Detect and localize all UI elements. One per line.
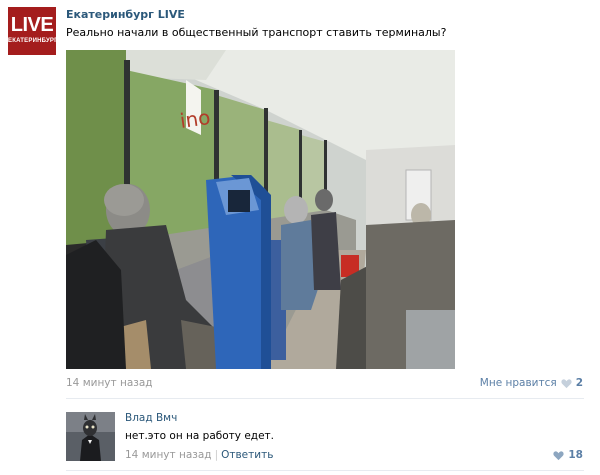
post-author-link[interactable]: Екатеринбург LIVE xyxy=(66,8,185,21)
post-text: Реально начали в общественный транспорт … xyxy=(66,26,447,39)
comment-meta-separator: | xyxy=(214,449,219,461)
comment-author-avatar[interactable] xyxy=(66,412,115,461)
comment-meta: 14 минут назад | Ответить xyxy=(125,449,273,461)
heart-icon xyxy=(561,378,572,388)
avatar-logo-text: LIVE xyxy=(10,14,54,36)
comment-text: нет.это он на работу едет. xyxy=(125,430,274,442)
post-photo[interactable]: ino xyxy=(66,50,455,369)
comment-like-count: 18 xyxy=(568,449,583,461)
comment-timestamp[interactable]: 14 минут назад xyxy=(125,449,212,461)
post-timestamp[interactable]: 14 минут назад xyxy=(66,377,153,389)
heart-icon xyxy=(553,450,564,460)
post-divider xyxy=(66,398,584,399)
post-like-button[interactable]: Мне нравится 2 xyxy=(480,377,583,389)
comment-divider xyxy=(66,470,584,471)
community-avatar[interactable]: LIVE ЕКАТЕРИНБУРГ xyxy=(8,7,56,55)
avatar-logo-subtext: ЕКАТЕРИНБУРГ xyxy=(8,38,56,44)
svg-text:ino: ino xyxy=(178,105,212,133)
comment-like-button[interactable]: 18 xyxy=(553,449,583,461)
like-label: Мне нравится xyxy=(479,377,557,389)
comment-reply-link[interactable]: Ответить xyxy=(221,449,273,461)
post-like-count: 2 xyxy=(575,377,583,389)
comment-author-link[interactable]: Влад Вмч xyxy=(125,412,177,424)
